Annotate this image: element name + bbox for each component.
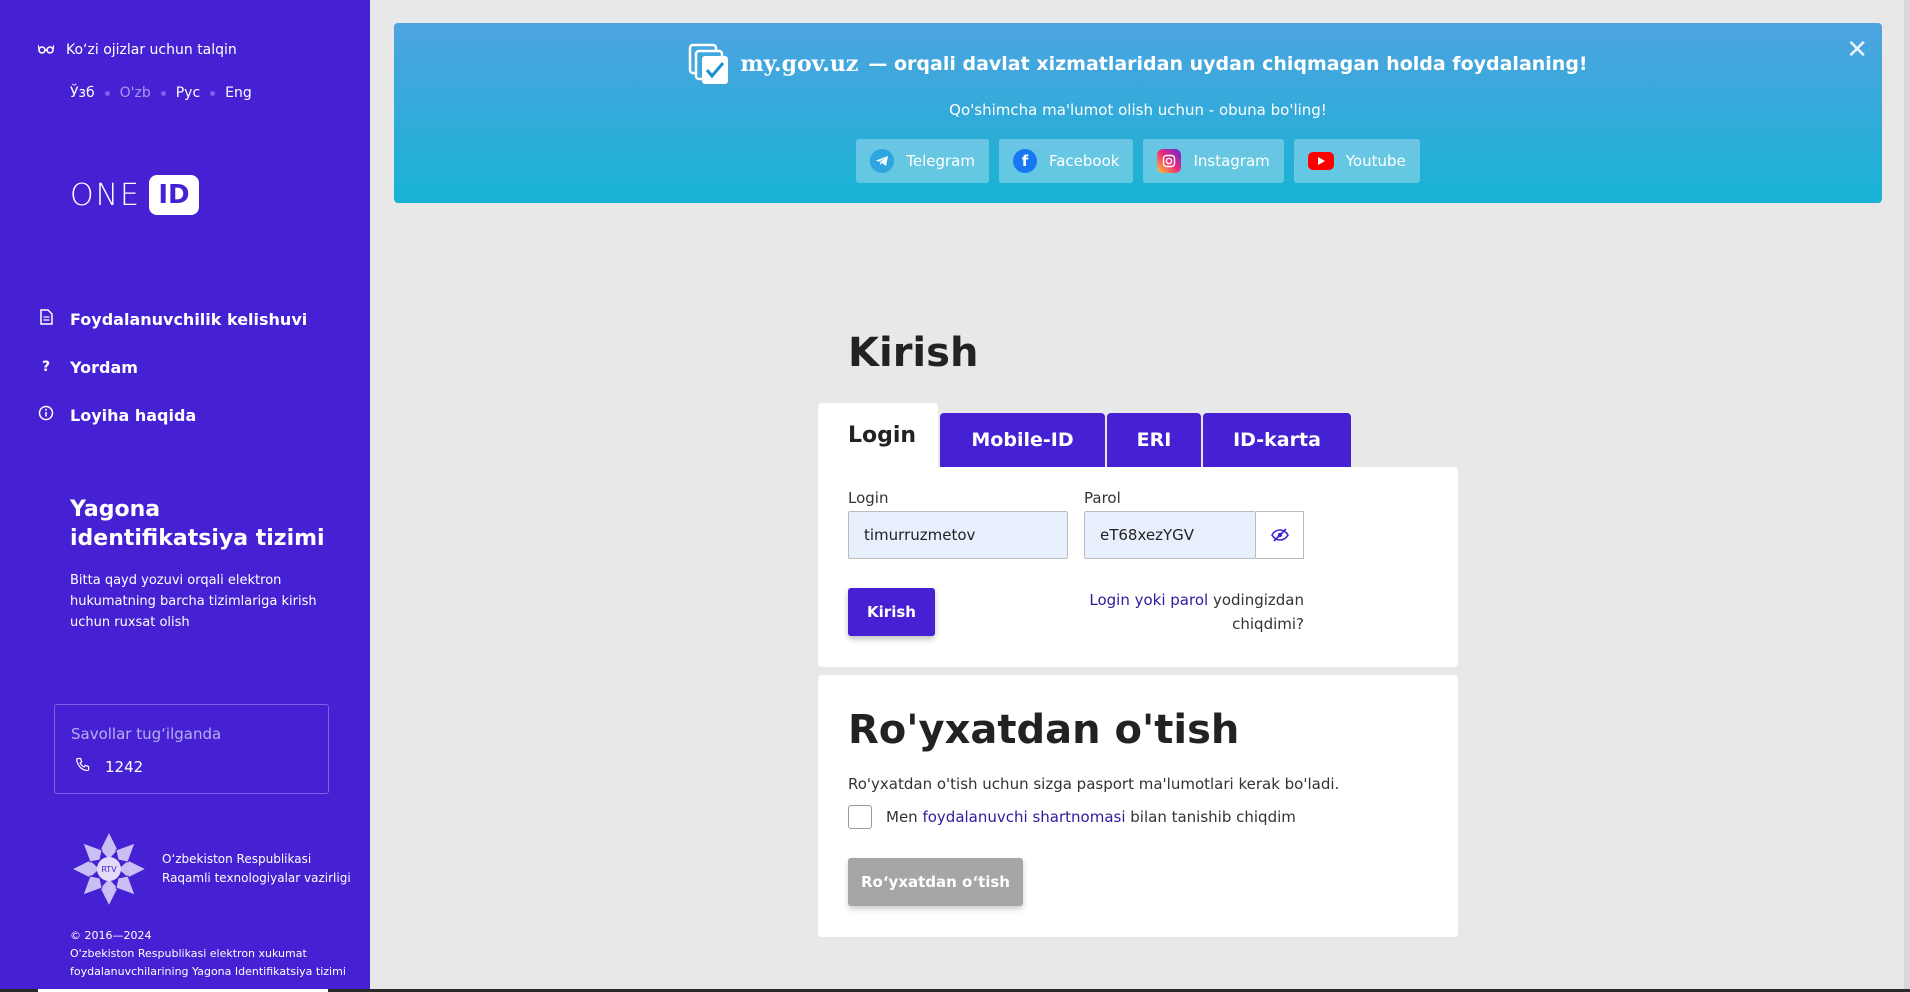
forgot-link[interactable]: Login yoki parol (1089, 591, 1208, 609)
banner-headline: my.gov.uz — orqali davlat xizmatlaridan … (394, 43, 1882, 85)
vertical-scrollbar[interactable] (1904, 0, 1910, 992)
nav-item-help[interactable]: ? Yordam (38, 343, 307, 391)
separator-dot (210, 90, 216, 96)
question-icon: ? (41, 359, 51, 375)
accessibility-toggle[interactable]: Ko‘zi ojizlar uchun talqin (37, 42, 237, 58)
lang-uz-latin[interactable]: O'zb (120, 85, 151, 101)
banner-site-name: my.gov.uz (740, 51, 859, 77)
registration-title: Ro'yxatdan o'tish (848, 707, 1240, 753)
document-icon (38, 309, 54, 329)
agreement-suffix: bilan tanishib chiqdim (1130, 808, 1296, 826)
agreement-prefix: Men (886, 808, 918, 826)
project-description: Bitta qayd yozuvi orqali elektron hukuma… (70, 573, 317, 630)
lang-uz-cyrillic[interactable]: Ўзб (70, 85, 95, 101)
lang-ru[interactable]: Рус (176, 85, 200, 101)
register-button[interactable]: Ro‘yxatdan o‘tish (848, 858, 1023, 906)
nav-label: Loyiha haqida (70, 405, 197, 425)
password-label: Parol (1084, 489, 1121, 507)
social-label: Telegram (906, 152, 975, 170)
separator-dot (104, 90, 110, 96)
project-title: Yagona identifikatsiya tizimi (70, 497, 325, 551)
agreement-text: Men foydalanuvchi shartnomasi bilan tani… (886, 808, 1296, 826)
nav-label: Foydalanuvchilik kelishuvi (70, 309, 308, 329)
registration-description: Ro'yxatdan o'tish uchun sizga pasport ma… (848, 775, 1340, 793)
telegram-icon (870, 149, 895, 173)
nav-item-about[interactable]: Loyiha haqida (38, 391, 307, 439)
sidebar: Ko‘zi ojizlar uchun talqin Ўзб O'zb Рус … (0, 0, 370, 992)
tab-id-card[interactable]: ID-karta (1203, 413, 1351, 467)
separator-dot (160, 90, 166, 96)
facebook-button[interactable]: f Facebook (998, 139, 1134, 183)
svg-text:RTV: RTV (101, 865, 117, 874)
phone-link[interactable]: 1242 (71, 757, 312, 777)
eye-slash-icon[interactable] (1256, 511, 1304, 559)
info-icon (38, 405, 54, 425)
login-form: Login timurruzmetov Parol eT68xezYGV Kir… (818, 467, 1458, 667)
tab-eri[interactable]: ERI (1107, 413, 1201, 467)
copyright: © 2016—2024 O'zbekiston Respublikasi ele… (70, 927, 370, 981)
copyright-years: © 2016—2024 (70, 929, 152, 942)
social-label: Instagram (1193, 152, 1270, 170)
phone-icon (75, 757, 91, 777)
agreement-checkbox[interactable] (848, 805, 872, 829)
facebook-icon: f (1012, 149, 1037, 173)
banner-slogan: — orqali davlat xizmatlaridan uydan chiq… (868, 53, 1588, 75)
page-title: Kirish (848, 330, 979, 376)
telegram-button[interactable]: Telegram (856, 139, 989, 183)
instagram-button[interactable]: Instagram (1143, 139, 1284, 183)
social-label: Facebook (1048, 152, 1120, 170)
login-submit-button[interactable]: Kirish (848, 588, 935, 636)
banner-subtitle: Qo'shimcha ma'lumot olish uchun - obuna … (949, 101, 1327, 119)
ministry-emblem: RTV (70, 830, 148, 908)
close-icon[interactable]: ✕ (1846, 35, 1868, 65)
tab-mobile-id[interactable]: Mobile-ID (940, 413, 1105, 467)
nav-label: Yordam (70, 357, 138, 377)
social-label: Youtube (1345, 152, 1406, 170)
copyright-text: O'zbekiston Respublikasi elektron xukuma… (70, 947, 346, 978)
ministry-block: RTV O‘zbekiston Respublikasi Raqamli tex… (70, 830, 352, 908)
contact-box: Savollar tug‘ilganda 1242 (54, 704, 329, 794)
youtube-icon (1307, 152, 1334, 170)
login-label: Login (848, 489, 889, 507)
forgot-credentials: Login yoki parol yodingizdan chiqdimi? (1054, 588, 1304, 636)
forgot-text: yodingizdan chiqdimi? (1212, 591, 1304, 633)
password-input[interactable]: eT68xezYGV (1084, 511, 1256, 559)
ministry-name: O‘zbekiston Respublikasi Raqamli texnolo… (162, 852, 351, 885)
login-method-tabs: Login Mobile-ID ERI ID-karta (818, 403, 1353, 467)
contact-label: Savollar tug‘ilganda (71, 725, 222, 743)
mygov-logo-icon (688, 43, 730, 85)
instagram-icon (1157, 149, 1182, 173)
social-links: Telegram f Facebook Instagram Youtube (394, 139, 1882, 183)
oneid-logo[interactable]: ONE ID (70, 175, 200, 215)
sidebar-nav: Foydalanuvchilik kelishuvi ? Yordam Loyi… (38, 295, 307, 439)
youtube-button[interactable]: Youtube (1293, 139, 1420, 183)
login-input[interactable]: timurruzmetov (848, 511, 1068, 559)
agreement-link[interactable]: foydalanuvchi shartnomasi (922, 808, 1125, 826)
phone-number: 1242 (105, 758, 144, 776)
glasses-icon (37, 43, 55, 58)
nav-item-agreement[interactable]: Foydalanuvchilik kelishuvi (38, 295, 307, 343)
agreement-row: Men foydalanuvchi shartnomasi bilan tani… (848, 805, 1296, 829)
promo-banner: my.gov.uz — orqali davlat xizmatlaridan … (394, 23, 1882, 203)
accessibility-label: Ko‘zi ojizlar uchun talqin (66, 42, 237, 58)
lang-en[interactable]: Eng (225, 85, 252, 101)
registration-card: Ro'yxatdan o'tish Ro'yxatdan o'tish uchu… (818, 675, 1458, 937)
tab-login[interactable]: Login (818, 403, 938, 467)
logo-badge: ID (149, 175, 200, 215)
language-switcher: Ўзб O'zb Рус Eng (70, 85, 252, 101)
logo-text: ONE (70, 177, 142, 213)
